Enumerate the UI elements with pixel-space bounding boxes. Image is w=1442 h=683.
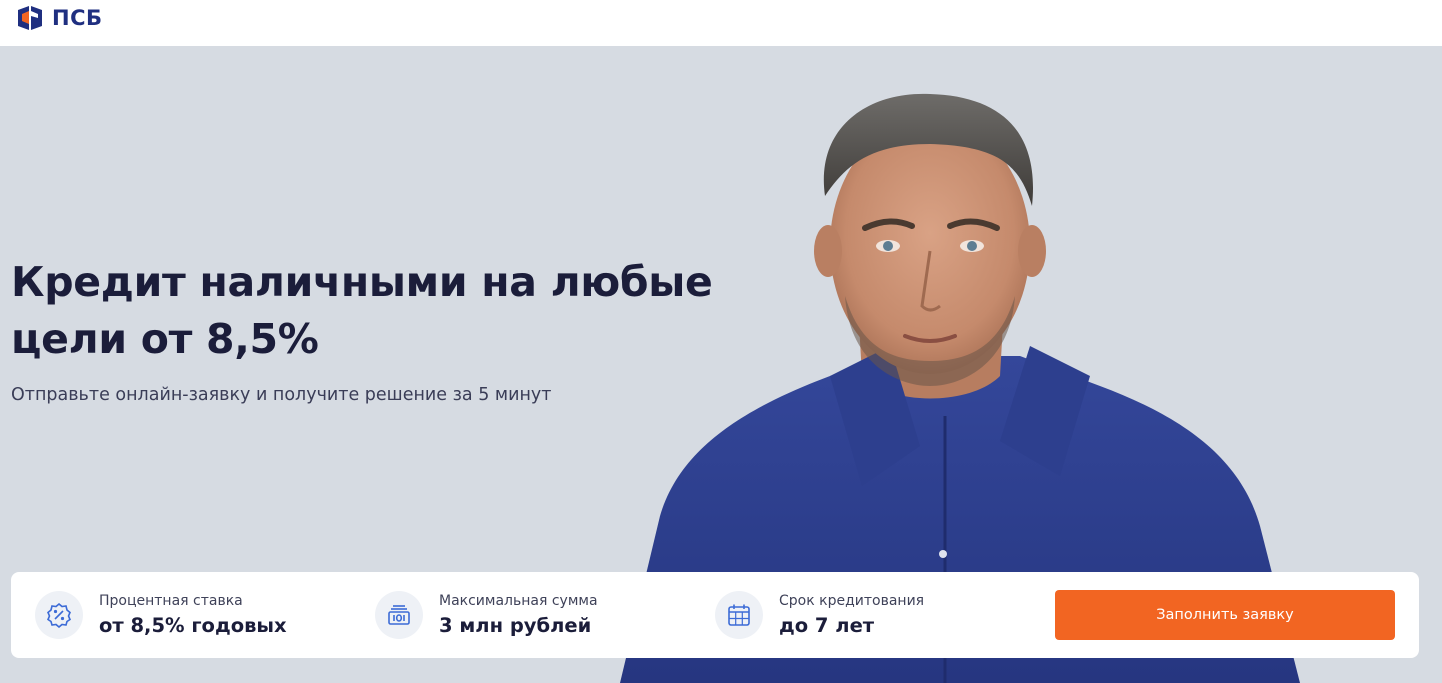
hero-title-line-1: Кредит наличными на любые bbox=[11, 258, 713, 306]
site-header: ПСБ bbox=[0, 0, 1442, 46]
psb-logo-icon bbox=[18, 6, 42, 30]
hero-title: Кредит наличными на любые цели от 8,5% bbox=[11, 254, 771, 368]
feature-label: Максимальная сумма bbox=[439, 593, 598, 609]
feature-value: до 7 лет bbox=[779, 614, 875, 637]
feature-value: от 8,5% годовых bbox=[99, 614, 287, 637]
loan-conditions-card: Процентная ставка от 8,5% годовых Максим… bbox=[11, 572, 1419, 658]
percent-badge-icon bbox=[35, 591, 83, 639]
logo-text: ПСБ bbox=[52, 6, 103, 30]
feature-loan-term: Срок кредитования до 7 лет bbox=[715, 572, 924, 658]
calendar-icon bbox=[715, 591, 763, 639]
psb-logo[interactable]: ПСБ bbox=[16, 4, 103, 32]
hero-subtitle: Отправьте онлайн-заявку и получите решен… bbox=[11, 385, 552, 405]
feature-label: Процентная ставка bbox=[99, 593, 243, 609]
feature-interest-rate: Процентная ставка от 8,5% годовых bbox=[35, 572, 287, 658]
feature-max-amount: Максимальная сумма 3 млн рублей bbox=[375, 572, 598, 658]
apply-button[interactable]: Заполнить заявку bbox=[1055, 590, 1395, 640]
feature-value: 3 млн рублей bbox=[439, 614, 592, 637]
hero-title-line-2: цели от 8,5% bbox=[11, 315, 319, 363]
money-stack-icon bbox=[375, 591, 423, 639]
feature-label: Срок кредитования bbox=[779, 593, 925, 609]
hero-banner: Кредит наличными на любые цели от 8,5% О… bbox=[0, 46, 1442, 683]
